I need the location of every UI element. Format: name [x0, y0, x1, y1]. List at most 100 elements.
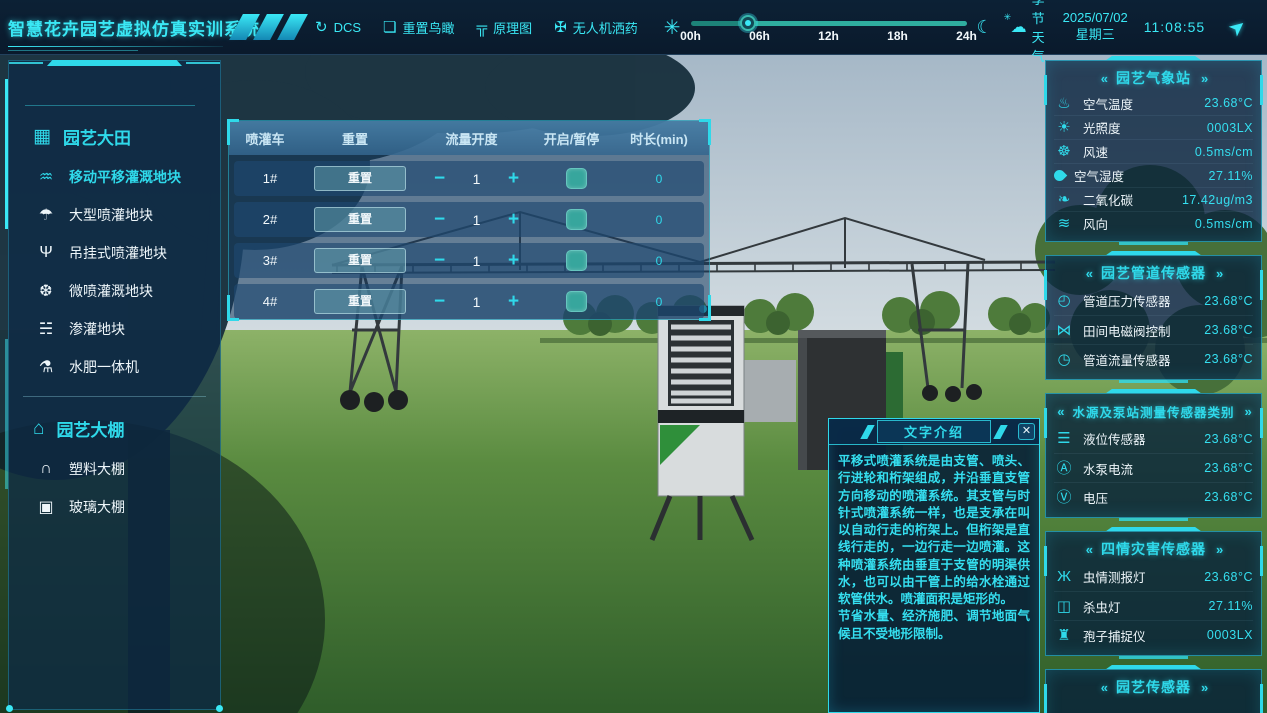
sensor-panel: « 园艺气象站 » ♨ 空气温度 23.68°C ☀ 光照度 0003LX ☸ …: [1045, 60, 1262, 242]
sprinkler-id: 3#: [234, 253, 306, 268]
sprinkler-id: 1#: [234, 171, 306, 186]
sprinkler-row: 2# 重置 − 1 + 0: [234, 202, 704, 237]
seep-irrigation-icon: ☵: [37, 319, 55, 339]
reset-view-icon: ❏: [383, 20, 396, 35]
chevrons-left-icon[interactable]: «: [1057, 404, 1062, 419]
chevrons-left-icon[interactable]: «: [1086, 266, 1091, 281]
topbar-menu-item[interactable]: ❏ 重置鸟瞰: [383, 18, 454, 37]
column-header: 喷灌车: [229, 129, 301, 148]
reset-button[interactable]: 重置: [314, 248, 406, 273]
flow-increase-button[interactable]: +: [497, 169, 531, 188]
slash-decor: [993, 425, 1007, 439]
sensor-value: 27.11%: [1209, 169, 1253, 183]
close-icon[interactable]: ✕: [1018, 423, 1035, 440]
topbar-menu-item[interactable]: ╦ 原理图: [477, 18, 533, 37]
slider-tick-label: 24h: [956, 29, 977, 43]
chevrons-right-icon[interactable]: »: [1245, 404, 1250, 419]
sidebar-item[interactable]: ❆ 微喷灌溉地块: [9, 272, 220, 310]
flow-increase-button[interactable]: +: [497, 292, 531, 311]
chevrons-left-icon[interactable]: «: [1101, 680, 1106, 695]
sidebar-item-label: 移动平移灌溉地块: [69, 167, 181, 187]
sensor-row: ☀ 光照度 0003LX: [1054, 115, 1253, 139]
title-underline: [8, 46, 223, 47]
sensor-label: 管道压力传感器: [1083, 291, 1195, 310]
sidebar-section-label: 园艺大棚: [56, 416, 124, 441]
sensor-value: 23.68°C: [1204, 570, 1253, 584]
left-sidebar: ▦ 园艺大田 ♒ 移动平移灌溉地块 ☂ 大型喷灌地块 Ψ 吊挂式喷灌地块 ❆ 微…: [8, 60, 221, 710]
sensor-label: 田间电磁阀控制: [1083, 321, 1195, 340]
sensor-label: 二氧化碳: [1083, 190, 1173, 209]
sidebar-section-header: ⌂ 园艺大棚: [9, 407, 220, 450]
sidebar-item[interactable]: ☵ 渗灌地块: [9, 310, 220, 348]
thermometer-icon: ♨: [1054, 96, 1074, 111]
duration-value: 0: [614, 213, 704, 227]
sidebar-item[interactable]: ♒ 移动平移灌溉地块: [9, 158, 220, 196]
sensor-label: 杀虫灯: [1083, 597, 1200, 616]
chevrons-right-icon[interactable]: »: [1216, 266, 1221, 281]
sensor-panel-title: 园艺管道传感器: [1101, 263, 1206, 283]
reset-button[interactable]: 重置: [314, 207, 406, 232]
sprinkler-row: 3# 重置 − 1 + 0: [234, 243, 704, 278]
solenoid-valve-icon: ⋈: [1054, 323, 1074, 338]
chevrons-left-icon[interactable]: «: [1086, 542, 1091, 557]
menu-item-label: 原理图: [493, 18, 532, 37]
sidebar-item[interactable]: ∩ 塑料大棚: [9, 450, 220, 488]
sprinkler-row: 1# 重置 − 1 + 0: [234, 161, 704, 196]
sun-icon: ☀: [1054, 120, 1074, 135]
sidebar-nav: ▦ 园艺大田 ♒ 移动平移灌溉地块 ☂ 大型喷灌地块 Ψ 吊挂式喷灌地块 ❆ 微…: [9, 61, 220, 526]
control-table-rows: 1# 重置 − 1 + 0 2# 重置 − 1 + 0 3# 重置 − 1 + …: [229, 155, 709, 325]
sidebar-item-label: 水肥一体机: [69, 357, 139, 377]
start-pause-toggle[interactable]: [566, 291, 587, 312]
sidebar-item-label: 微喷灌溉地块: [69, 281, 153, 301]
sprinkler-control-panel: 喷灌车重置流量开度开启/暂停时长(min) 1# 重置 − 1 + 0 2# 重…: [228, 120, 710, 320]
topbar-menu-item[interactable]: ✠ 无人机洒药: [554, 18, 638, 37]
chevrons-right-icon[interactable]: »: [1201, 71, 1206, 86]
chevrons-right-icon[interactable]: »: [1216, 542, 1221, 557]
sprinkler-icon: ☂: [37, 205, 55, 225]
time-slider[interactable]: 00h06h12h18h24h: [691, 12, 967, 42]
control-table-header: 喷灌车重置流量开度开启/暂停时长(min): [229, 121, 709, 155]
flow-decrease-button[interactable]: −: [423, 251, 457, 270]
slider-tick-label: 12h: [818, 29, 839, 43]
column-header: 开启/暂停: [534, 129, 609, 148]
send-icon[interactable]: ➤: [1223, 12, 1252, 42]
sidebar-item[interactable]: ☂ 大型喷灌地块: [9, 196, 220, 234]
flow-increase-button[interactable]: +: [497, 251, 531, 270]
start-pause-toggle[interactable]: [566, 168, 587, 189]
sidebar-item[interactable]: Ψ 吊挂式喷灌地块: [9, 234, 220, 272]
bug-icon: Ж: [1054, 569, 1074, 584]
chevrons-left-icon[interactable]: «: [1101, 71, 1106, 86]
sensor-row: Ⓐ 水泵电流 23.68°C: [1054, 453, 1253, 482]
micro-spray-icon: ❆: [37, 281, 55, 301]
start-pause-toggle[interactable]: [566, 209, 587, 230]
sidebar-item[interactable]: ⚗ 水肥一体机: [9, 348, 220, 386]
insect-lamp-icon: ◫: [1054, 599, 1074, 614]
sidebar-item[interactable]: ▣ 玻璃大棚: [9, 488, 220, 526]
flow-decrease-button[interactable]: −: [423, 210, 457, 229]
flow-increase-button[interactable]: +: [497, 210, 531, 229]
reset-button[interactable]: 重置: [314, 289, 406, 314]
reset-button[interactable]: 重置: [314, 166, 406, 191]
sensor-label: 风速: [1083, 142, 1186, 161]
menu-item-label: DCS: [334, 20, 361, 35]
wind-direction-icon: ≋: [1054, 216, 1074, 231]
topbar-menu-item[interactable]: ↻ DCS: [315, 20, 361, 35]
flow-decrease-button[interactable]: −: [423, 169, 457, 188]
slider-track[interactable]: [691, 21, 967, 26]
flow-decrease-button[interactable]: −: [423, 292, 457, 311]
pump-current-icon: Ⓐ: [1054, 461, 1074, 476]
dcs-icon: ↻: [315, 20, 328, 35]
chevrons-right-icon[interactable]: »: [1201, 680, 1206, 695]
title-underline: [8, 50, 138, 51]
info-title-bar: 文字介绍 ✕: [829, 419, 1039, 445]
sensor-panel: « 四情灾害传感器 » Ж 虫情测报灯 23.68°C ◫ 杀虫灯 27.11%…: [1045, 531, 1262, 656]
sensor-panel-title: 园艺传感器: [1116, 677, 1191, 697]
column-header: 重置: [301, 129, 409, 148]
start-pause-toggle[interactable]: [566, 250, 587, 271]
season-weather-button[interactable]: ☁✳ 季节天气: [1011, 0, 1045, 65]
daylight-sun-icon: ✳: [664, 15, 681, 40]
column-header: 流量开度: [409, 129, 534, 148]
sensor-label: 管道流量传感器: [1083, 350, 1195, 369]
sprinkler-id: 4#: [234, 294, 306, 309]
flow-value: 1: [457, 212, 497, 228]
